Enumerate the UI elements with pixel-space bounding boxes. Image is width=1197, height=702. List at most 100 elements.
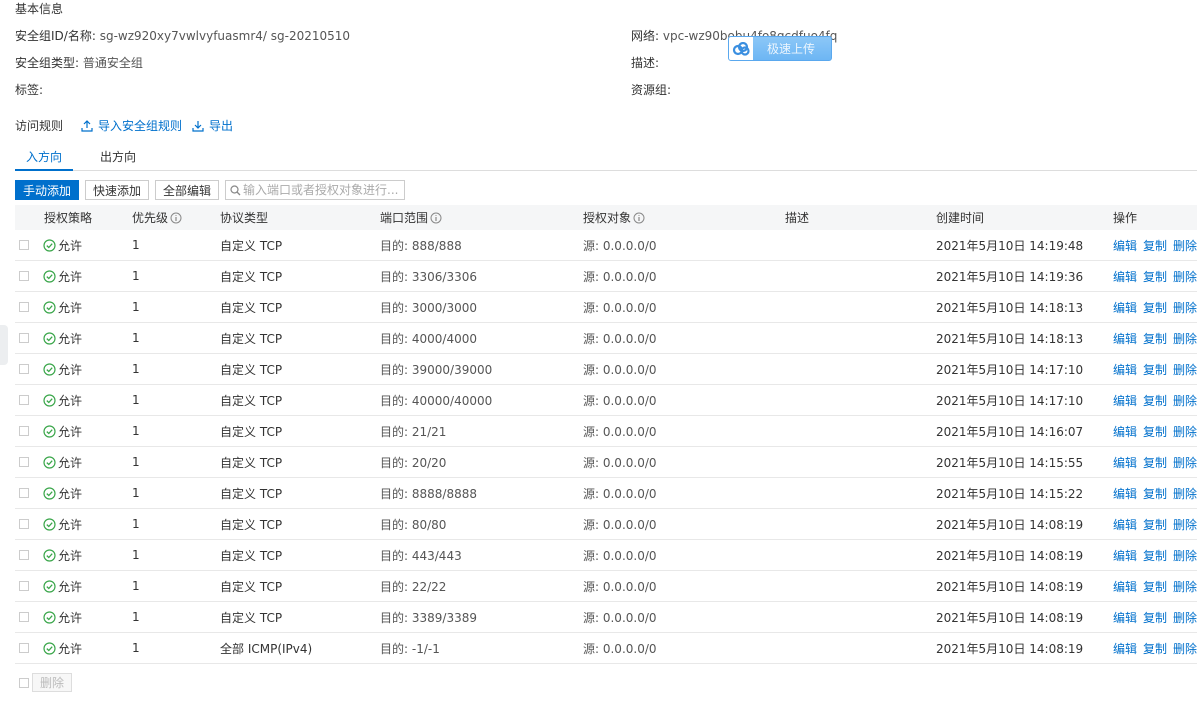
check-circle-icon [43,331,56,345]
edit-link[interactable]: 编辑 [1113,237,1137,254]
delete-link[interactable]: 删除 [1173,237,1197,254]
row-checkbox[interactable] [19,302,29,312]
copy-link[interactable]: 复制 [1143,640,1167,657]
export-link[interactable]: 导出 [192,117,233,134]
priority-cell: 1 [132,517,140,531]
edit-link[interactable]: 编辑 [1113,578,1137,595]
fast-upload-widget[interactable]: 极速上传 [728,36,832,61]
delete-link[interactable]: 删除 [1173,640,1197,657]
row-checkbox[interactable] [19,271,29,281]
edit-link[interactable]: 编辑 [1113,640,1137,657]
row-checkbox[interactable] [19,364,29,374]
select-all-checkbox[interactable] [19,677,29,688]
row-checkbox[interactable] [19,457,29,467]
row-checkbox[interactable] [19,426,29,436]
copy-link[interactable]: 复制 [1143,361,1167,378]
delete-link[interactable]: 删除 [1173,299,1197,316]
row-checkbox[interactable] [19,519,29,529]
object-cell: 源: 0.0.0.0/0 [583,238,657,253]
copy-link[interactable]: 复制 [1143,299,1167,316]
action-cell: 允许 [43,454,82,471]
edit-link[interactable]: 编辑 [1113,516,1137,533]
priority-cell: 1 [132,579,140,593]
tab-inbound[interactable]: 入方向 [15,143,74,171]
edit-all-button[interactable]: 全部编辑 [155,180,220,200]
action-cell: 允许 [43,299,82,316]
copy-link[interactable]: 复制 [1143,454,1167,471]
info-icon[interactable] [430,212,442,224]
ops-cell: 编辑 复制 删除 [1113,268,1197,285]
row-checkbox[interactable] [19,643,29,653]
ops-cell: 编辑 复制 删除 [1113,361,1197,378]
port-cell: 目的: 80/80 [380,517,447,532]
copy-link[interactable]: 复制 [1143,330,1167,347]
row-checkbox[interactable] [19,488,29,498]
row-checkbox[interactable] [19,612,29,622]
quick-add-button[interactable]: 快速添加 [85,180,150,200]
copy-link[interactable]: 复制 [1143,609,1167,626]
edit-link[interactable]: 编辑 [1113,423,1137,440]
edit-link[interactable]: 编辑 [1113,485,1137,502]
copy-link[interactable]: 复制 [1143,237,1167,254]
table-row: 允许 1 自定义 TCP 目的: 3389/3389 源: 0.0.0.0/0 … [15,602,1197,633]
copy-link[interactable]: 复制 [1143,423,1167,440]
ops-cell: 编辑 复制 删除 [1113,392,1197,409]
import-rules-link[interactable]: 导入安全组规则 [81,117,182,134]
row-checkbox[interactable] [19,395,29,405]
delete-link[interactable]: 删除 [1173,547,1197,564]
table-row: 允许 1 自定义 TCP 目的: 80/80 源: 0.0.0.0/0 2021… [15,509,1197,540]
object-cell: 源: 0.0.0.0/0 [583,455,657,470]
edit-link[interactable]: 编辑 [1113,547,1137,564]
info-icon[interactable] [170,212,182,224]
delete-link[interactable]: 删除 [1173,485,1197,502]
copy-link[interactable]: 复制 [1143,485,1167,502]
upload-icon [81,119,93,132]
row-checkbox[interactable] [19,240,29,250]
copy-link[interactable]: 复制 [1143,578,1167,595]
edit-link[interactable]: 编辑 [1113,609,1137,626]
delete-link[interactable]: 删除 [1173,578,1197,595]
row-checkbox-cell [19,488,29,498]
check-circle-icon [43,362,56,376]
edit-link[interactable]: 编辑 [1113,361,1137,378]
delete-link[interactable]: 删除 [1173,361,1197,378]
edit-link[interactable]: 编辑 [1113,454,1137,471]
delete-link[interactable]: 删除 [1173,516,1197,533]
action-text: 允许 [58,610,83,625]
edit-link[interactable]: 编辑 [1113,299,1137,316]
delete-link[interactable]: 删除 [1173,609,1197,626]
edit-link[interactable]: 编辑 [1113,330,1137,347]
copy-link[interactable]: 复制 [1143,516,1167,533]
search-box[interactable] [225,180,406,200]
row-checkbox-cell [19,333,29,343]
manual-add-button[interactable]: 手动添加 [15,180,80,200]
copy-link[interactable]: 复制 [1143,547,1167,564]
copy-link[interactable]: 复制 [1143,392,1167,409]
search-input[interactable] [243,183,404,197]
desc-row: 描述: [631,54,659,71]
row-checkbox[interactable] [19,550,29,560]
copy-link[interactable]: 复制 [1143,268,1167,285]
delete-link[interactable]: 删除 [1173,330,1197,347]
created-cell: 2021年5月10日 14:18:13 [936,300,1084,315]
created-cell: 2021年5月10日 14:17:10 [936,362,1084,377]
delete-link[interactable]: 删除 [1173,268,1197,285]
delete-link[interactable]: 删除 [1173,454,1197,471]
check-circle-icon [43,486,56,500]
port-cell: 目的: 3306/3306 [380,269,477,284]
delete-link[interactable]: 删除 [1173,392,1197,409]
edit-link[interactable]: 编辑 [1113,268,1137,285]
tab-outbound[interactable]: 出方向 [89,143,147,171]
action-text: 允许 [58,455,83,470]
edit-link[interactable]: 编辑 [1113,392,1137,409]
info-icon[interactable] [633,212,645,224]
bulk-delete-button[interactable]: 删除 [32,673,73,692]
row-checkbox[interactable] [19,581,29,591]
table-row: 允许 1 自定义 TCP 目的: 3306/3306 源: 0.0.0.0/0 … [15,261,1197,292]
row-checkbox[interactable] [19,333,29,343]
access-rules-title: 访问规则 [15,119,64,133]
rules-toolbar: 手动添加 快速添加 全部编辑 [15,180,406,200]
delete-link[interactable]: 删除 [1173,423,1197,440]
sidebar-collapse-handle[interactable] [0,325,8,365]
row-checkbox-cell [19,426,29,436]
